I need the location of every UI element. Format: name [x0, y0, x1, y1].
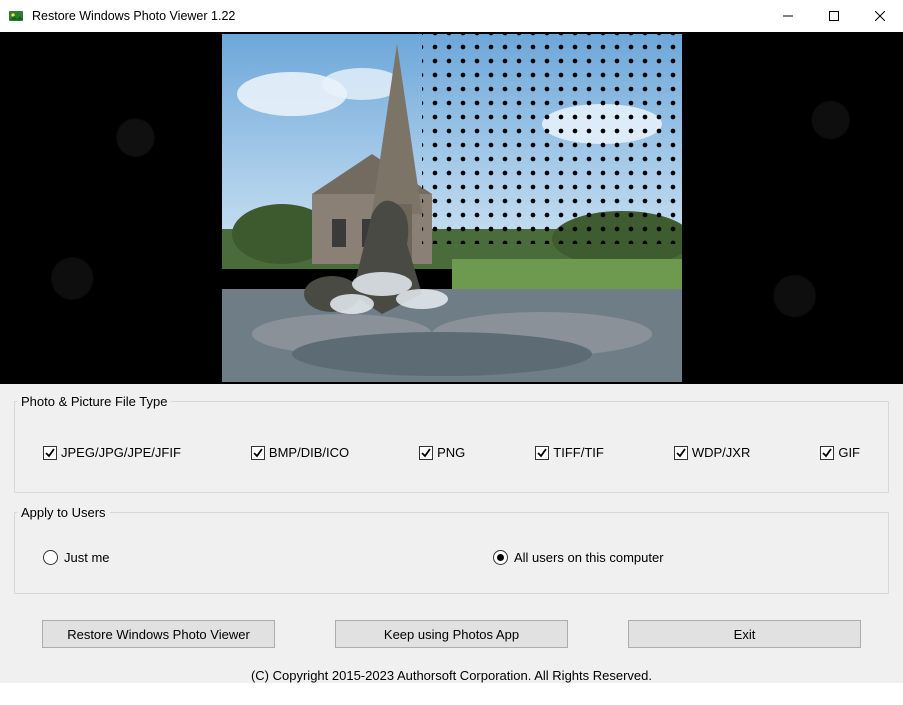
preview-image [222, 34, 682, 382]
preview-area [0, 32, 903, 384]
radio-label: Just me [64, 550, 110, 565]
minimize-button[interactable] [765, 0, 811, 32]
checkbox-bmp[interactable]: BMP/DIB/ICO [251, 445, 349, 460]
restore-button[interactable]: Restore Windows Photo Viewer [42, 620, 275, 648]
radio-all-users[interactable]: All users on this computer [493, 550, 664, 565]
copyright-text: (C) Copyright 2015-2023 Authorsoft Corpo… [14, 658, 889, 683]
button-label: Exit [734, 627, 756, 642]
window-title: Restore Windows Photo Viewer 1.22 [32, 9, 235, 23]
exit-button[interactable]: Exit [628, 620, 861, 648]
close-button[interactable] [857, 0, 903, 32]
filetype-legend: Photo & Picture File Type [17, 394, 171, 409]
users-legend: Apply to Users [17, 505, 110, 520]
filetype-group: Photo & Picture File Type JPEG/JPG/JPE/J… [14, 394, 889, 493]
checkbox-gif[interactable]: GIF [820, 445, 860, 460]
checkbox-label: TIFF/TIF [553, 445, 604, 460]
keep-button[interactable]: Keep using Photos App [335, 620, 568, 648]
checkbox-label: PNG [437, 445, 465, 460]
checkbox-label: BMP/DIB/ICO [269, 445, 349, 460]
checkbox-tiff[interactable]: TIFF/TIF [535, 445, 604, 460]
checkbox-label: GIF [838, 445, 860, 460]
checkbox-label: JPEG/JPG/JPE/JFIF [61, 445, 181, 460]
checkbox-jpeg[interactable]: JPEG/JPG/JPE/JFIF [43, 445, 181, 460]
radio-label: All users on this computer [514, 550, 664, 565]
maximize-button[interactable] [811, 0, 857, 32]
radio-just-me[interactable]: Just me [43, 550, 493, 565]
button-label: Keep using Photos App [384, 627, 519, 642]
checkbox-label: WDP/JXR [692, 445, 751, 460]
button-row: Restore Windows Photo Viewer Keep using … [14, 606, 889, 658]
users-group: Apply to Users Just me All users on this… [14, 505, 889, 594]
checkbox-wdp[interactable]: WDP/JXR [674, 445, 751, 460]
button-label: Restore Windows Photo Viewer [67, 627, 250, 642]
titlebar: Restore Windows Photo Viewer 1.22 [0, 0, 903, 32]
app-icon [8, 8, 24, 24]
checkbox-png[interactable]: PNG [419, 445, 465, 460]
dither-overlay [422, 34, 682, 244]
